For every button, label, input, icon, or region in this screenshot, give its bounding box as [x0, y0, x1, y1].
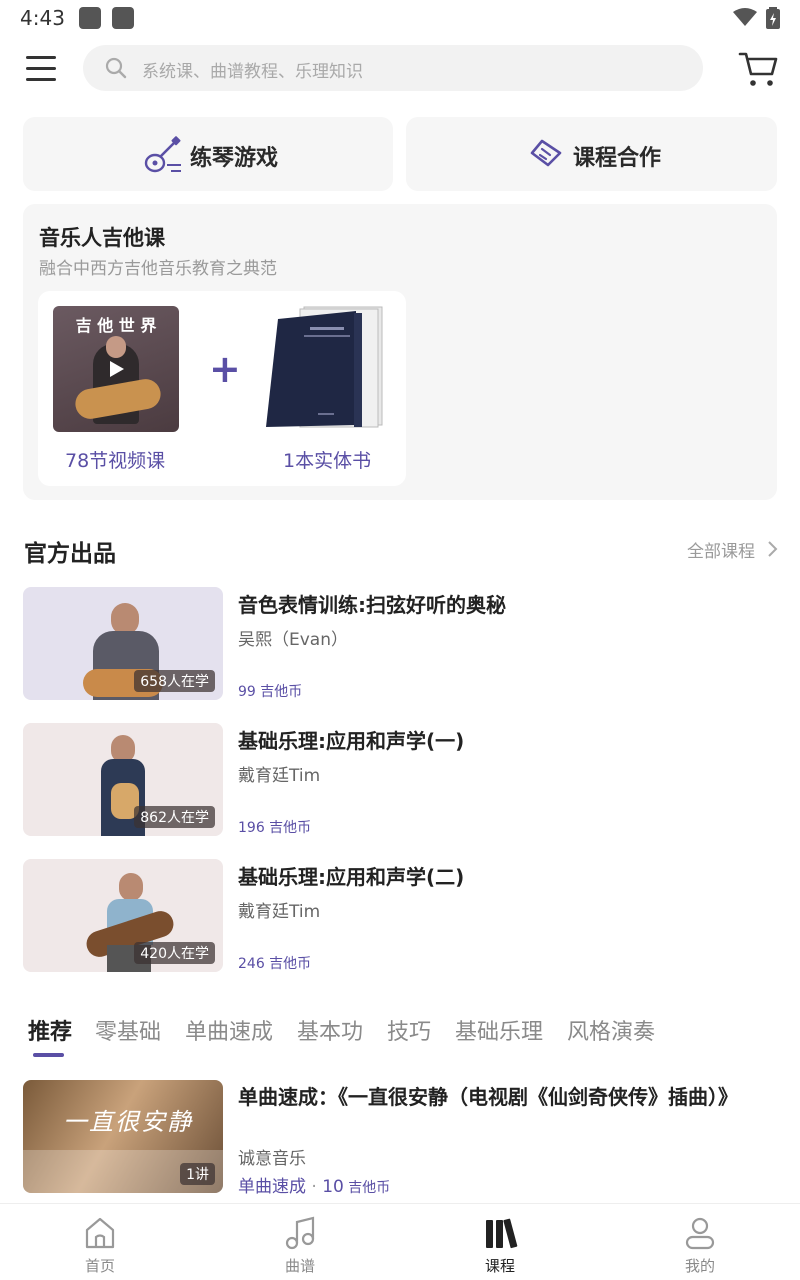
profile-icon [685, 1217, 715, 1250]
course-item[interactable]: 658人在学 音色表情训练:扫弦好听的奥秘 吴熙（Evan） 99 吉他币 [23, 587, 777, 700]
course-title: 基础乐理:应用和声学(一) [238, 729, 465, 753]
course-meta: 单曲速成 · 10 吉他币 [238, 1172, 390, 1197]
course-bundle-card[interactable]: 吉 他 世 界 78节视频课 + 1本实体书 [38, 291, 406, 486]
nav-courses[interactable]: 课程 [400, 1204, 600, 1280]
guitar-icon [144, 136, 181, 173]
nav-sheet-music[interactable]: 曲谱 [200, 1204, 400, 1280]
notification-icon [79, 7, 101, 29]
course-item[interactable]: 420人在学 基础乐理:应用和声学(二) 戴育廷Tim 246 吉他币 [23, 859, 777, 972]
books-icon [486, 1218, 518, 1249]
video-course-thumbnail[interactable]: 吉 他 世 界 [53, 306, 179, 432]
learners-badge: 420人在学 [134, 942, 215, 964]
meta-separator: · [306, 1177, 323, 1197]
course-title: 音色表情训练:扫弦好听的奥秘 [238, 593, 506, 617]
search-placeholder: 系统课、曲谱教程、乐理知识 [142, 62, 363, 82]
recommended-course-item[interactable]: 一直很安静 1讲 单曲速成：《一直很安静（电视剧《仙剑奇侠传》插曲）》 诚意音乐… [23, 1080, 777, 1197]
course-price: 196 吉他币 [238, 820, 312, 836]
play-icon [110, 361, 124, 377]
learners-badge: 658人在学 [134, 670, 215, 692]
nav-profile[interactable]: 我的 [600, 1204, 800, 1280]
course-price: 246 吉他币 [238, 956, 312, 972]
battery-icon [766, 7, 780, 29]
tab-style-playing[interactable]: 风格演奏 [567, 1014, 655, 1046]
course-cooperation-label: 课程合作 [573, 146, 662, 171]
tab-techniques[interactable]: 技巧 [387, 1014, 431, 1046]
home-icon [85, 1217, 115, 1249]
book-label: 1本实体书 [283, 450, 372, 472]
tab-music-theory[interactable]: 基础乐理 [455, 1014, 543, 1046]
course-title: 基础乐理:应用和声学(二) [238, 865, 465, 889]
chevron-right-icon[interactable] [766, 540, 778, 558]
course-thumbnail[interactable]: 658人在学 [23, 587, 223, 700]
wifi-icon [733, 8, 757, 26]
music-note-icon [285, 1216, 315, 1250]
nav-home[interactable]: 首页 [0, 1204, 200, 1280]
tab-indicator [33, 1053, 64, 1057]
nav-sheet-music-label: 曲谱 [284, 1257, 315, 1275]
tab-recommended[interactable]: 推荐 [28, 1014, 72, 1046]
course-thumbnail[interactable]: 420人在学 [23, 859, 223, 972]
tab-single-song[interactable]: 单曲速成 [185, 1014, 273, 1046]
menu-button[interactable] [26, 54, 58, 84]
section-title: 官方出品 [24, 541, 116, 567]
status-bar: 4:43 [0, 0, 800, 38]
course-price: 99 吉他币 [238, 684, 303, 700]
video-thumb-title: 吉 他 世 界 [75, 316, 157, 335]
course-teacher: 戴育廷Tim [238, 902, 321, 922]
course-cooperation-card[interactable]: 课程合作 [406, 117, 777, 191]
tab-beginner[interactable]: 零基础 [95, 1014, 161, 1046]
notification-icon [112, 7, 134, 29]
handshake-icon [530, 139, 562, 167]
status-time: 4:43 [20, 6, 65, 30]
guitar-course-banner[interactable]: 音乐人吉他课 融合中西方吉他音乐教育之典范 吉 他 世 界 78节视频课 + 1… [23, 204, 777, 500]
thumb-title: 一直很安静 [63, 1108, 193, 1136]
tab-fundamentals[interactable]: 基本功 [297, 1014, 363, 1046]
course-thumbnail[interactable]: 862人在学 [23, 723, 223, 836]
nav-courses-label: 课程 [484, 1257, 515, 1275]
search-bar[interactable]: 系统课、曲谱教程、乐理知识 [83, 45, 703, 91]
book-image [266, 306, 383, 428]
plus-icon: + [209, 347, 241, 391]
course-author: 诚意音乐 [238, 1149, 306, 1169]
lessons-badge: 1讲 [180, 1163, 215, 1185]
banner-title: 音乐人吉他课 [39, 226, 165, 250]
course-category: 单曲速成 [238, 1177, 306, 1197]
all-courses-link[interactable]: 全部课程 [687, 537, 755, 562]
course-teacher: 吴熙（Evan） [238, 630, 348, 650]
search-icon [105, 57, 127, 79]
learners-badge: 862人在学 [134, 806, 215, 828]
course-teacher: 戴育廷Tim [238, 766, 321, 786]
price-unit: 吉他币 [343, 1180, 391, 1196]
course-thumbnail[interactable]: 一直很安静 1讲 [23, 1080, 223, 1193]
cart-icon[interactable] [738, 50, 778, 88]
video-course-label: 78节视频课 [65, 450, 166, 472]
nav-profile-label: 我的 [684, 1257, 715, 1275]
banner-subtitle: 融合中西方吉他音乐教育之典范 [39, 259, 277, 279]
course-price: 10 [322, 1177, 344, 1197]
course-item[interactable]: 862人在学 基础乐理:应用和声学(一) 戴育廷Tim 196 吉他币 [23, 723, 777, 836]
practice-game-label: 练琴游戏 [190, 146, 279, 171]
nav-home-label: 首页 [84, 1257, 115, 1275]
category-tabs: 推荐 零基础 单曲速成 基本功 技巧 基础乐理 风格演奏 [0, 1010, 800, 1060]
bottom-navigation: 首页 曲谱 课程 我的 [0, 1203, 800, 1280]
practice-game-card[interactable]: 练琴游戏 [23, 117, 393, 191]
course-title: 单曲速成：《一直很安静（电视剧《仙剑奇侠传》插曲）》 [238, 1085, 738, 1109]
